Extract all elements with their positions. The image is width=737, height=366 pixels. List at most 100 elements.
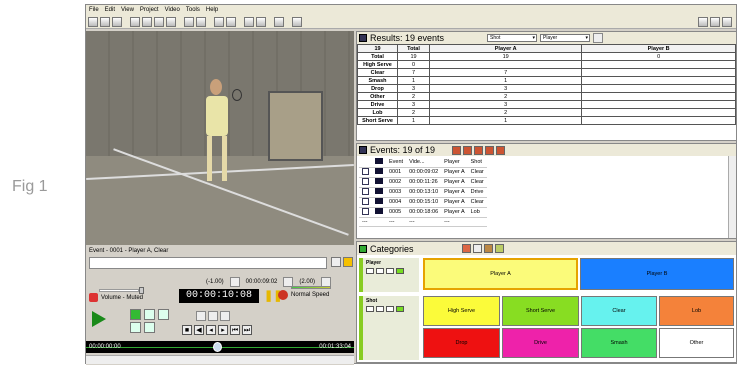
speaker-muted-icon[interactable] bbox=[89, 293, 98, 302]
table-row[interactable]: 0004 00:00:15:10 Player A Clear bbox=[359, 197, 487, 208]
grid-icon[interactable] bbox=[472, 244, 482, 253]
mode-icon[interactable] bbox=[386, 306, 394, 312]
row-checkbox[interactable] bbox=[362, 167, 369, 175]
layout-1-icon[interactable] bbox=[130, 16, 140, 27]
stop-icon[interactable]: ■ bbox=[182, 325, 192, 335]
table-row[interactable]: 0003 00:00:13:10 Player A Drive bbox=[359, 187, 487, 198]
color-icon[interactable] bbox=[396, 268, 404, 274]
mode-icon[interactable] bbox=[376, 306, 384, 312]
color-icon[interactable] bbox=[396, 306, 404, 312]
row-checkbox[interactable] bbox=[362, 187, 369, 195]
export-icon[interactable] bbox=[130, 322, 141, 333]
category-short-serve[interactable]: Short Serve bbox=[502, 296, 579, 326]
mode-icon[interactable] bbox=[376, 268, 384, 274]
cursor-icon[interactable] bbox=[256, 16, 266, 27]
grid-view-icon[interactable] bbox=[184, 16, 194, 27]
list-view-icon[interactable] bbox=[196, 16, 206, 27]
marker-icon[interactable] bbox=[274, 16, 284, 27]
export-events-icon[interactable] bbox=[485, 145, 495, 155]
category-player-a[interactable]: Player A bbox=[423, 258, 578, 290]
category-player-b[interactable]: Player B bbox=[580, 258, 734, 290]
column-header-player[interactable]: Player bbox=[441, 158, 468, 168]
menu-edit[interactable]: Edit bbox=[105, 7, 115, 13]
new-file-icon[interactable] bbox=[88, 16, 98, 27]
frame-back-icon[interactable]: ◂ bbox=[206, 325, 216, 335]
open-folder-icon[interactable] bbox=[100, 16, 110, 27]
horizontal-scrollbar[interactable] bbox=[86, 355, 354, 364]
menu-help[interactable]: Help bbox=[206, 7, 218, 13]
skip-end-icon[interactable]: ⏭ bbox=[242, 325, 252, 335]
add-event-icon[interactable] bbox=[130, 309, 141, 320]
video-frame[interactable] bbox=[86, 31, 354, 245]
frame-icon[interactable] bbox=[144, 322, 155, 333]
category-drop[interactable]: Drop bbox=[423, 328, 500, 358]
speed-control[interactable]: Normal Speed bbox=[278, 286, 331, 300]
window-2-icon[interactable] bbox=[226, 16, 236, 27]
rewind-icon[interactable]: ◀ bbox=[194, 325, 204, 335]
window-1-icon[interactable] bbox=[214, 16, 224, 27]
category-other[interactable]: Other bbox=[659, 328, 734, 358]
volume-control[interactable]: Volume - Muted bbox=[89, 287, 144, 302]
filter-cell[interactable]: --- bbox=[406, 217, 442, 227]
category-high-serve[interactable]: High Serve bbox=[423, 296, 500, 326]
category-lob[interactable]: Lob bbox=[659, 296, 734, 326]
frame-forward-icon[interactable]: ▸ bbox=[218, 325, 228, 335]
row-checkbox[interactable] bbox=[362, 177, 369, 185]
category-smash[interactable]: Smash bbox=[581, 328, 657, 358]
save-icon[interactable] bbox=[112, 16, 122, 27]
filter-cell[interactable]: --- bbox=[359, 217, 372, 227]
layout-4-icon[interactable] bbox=[166, 16, 176, 27]
question-icon[interactable] bbox=[710, 17, 720, 27]
edit-icon[interactable] bbox=[331, 257, 341, 267]
settings-icon[interactable] bbox=[722, 17, 732, 27]
pause-icon[interactable]: ❚❚ bbox=[264, 290, 282, 302]
chart-icon[interactable] bbox=[244, 16, 254, 27]
flag-icon[interactable] bbox=[452, 145, 462, 155]
vertical-scrollbar[interactable] bbox=[728, 156, 736, 238]
results-options-icon[interactable] bbox=[593, 33, 604, 43]
layout-2-icon[interactable] bbox=[142, 16, 152, 27]
column-header-event[interactable]: Event bbox=[386, 158, 407, 168]
menu-file[interactable]: File bbox=[89, 7, 99, 13]
edit-category-icon[interactable] bbox=[483, 244, 493, 253]
column-select[interactable]: Player bbox=[540, 34, 591, 42]
timeline-playhead[interactable] bbox=[213, 342, 223, 352]
menu-view[interactable]: View bbox=[121, 7, 134, 13]
row-select[interactable]: Shot bbox=[487, 34, 538, 42]
category-drive[interactable]: Drive bbox=[502, 328, 579, 358]
mark-in-icon[interactable] bbox=[196, 311, 206, 321]
row-checkbox[interactable] bbox=[362, 197, 369, 205]
column-header-video[interactable]: Vide... bbox=[406, 158, 442, 168]
event-notes-input[interactable] bbox=[89, 257, 327, 269]
sort-icon[interactable] bbox=[474, 145, 484, 155]
filter-cell[interactable]: --- bbox=[441, 217, 468, 227]
category-clear[interactable]: Clear bbox=[581, 296, 657, 326]
speed-icon[interactable] bbox=[278, 290, 288, 300]
columns-icon[interactable] bbox=[496, 145, 506, 155]
table-row[interactable]: 0002 00:00:11:26 Player A Clear bbox=[359, 177, 487, 188]
column-header-shot[interactable]: Shot bbox=[467, 158, 487, 168]
play-button[interactable] bbox=[92, 311, 106, 327]
mode-icon[interactable] bbox=[386, 268, 394, 274]
table-row[interactable]: 0001 00:00:09:02 Player A Clear bbox=[359, 167, 487, 178]
record-icon[interactable] bbox=[461, 244, 471, 253]
mark-out-icon[interactable] bbox=[208, 311, 218, 321]
lock-icon[interactable] bbox=[343, 257, 353, 267]
mode-icon[interactable] bbox=[366, 268, 374, 274]
save-category-icon[interactable] bbox=[494, 244, 504, 253]
menu-video[interactable]: Video bbox=[165, 7, 180, 13]
clip-icon[interactable] bbox=[220, 311, 230, 321]
speed-slider[interactable] bbox=[291, 286, 331, 289]
help-icon[interactable] bbox=[698, 17, 708, 27]
menu-tools[interactable]: Tools bbox=[186, 7, 200, 13]
filter-icon[interactable] bbox=[463, 145, 473, 155]
volume-slider[interactable] bbox=[99, 289, 139, 292]
timeline[interactable]: 00:00:00:00 00:01:33:04 bbox=[86, 341, 354, 353]
dropdown-icon[interactable] bbox=[158, 309, 169, 320]
volume-knob[interactable] bbox=[139, 287, 144, 294]
row-checkbox[interactable] bbox=[362, 207, 369, 215]
filter-cell[interactable]: --- bbox=[386, 217, 407, 227]
flag-dropdown-icon[interactable] bbox=[292, 16, 302, 27]
layout-3-icon[interactable] bbox=[154, 16, 164, 27]
mode-icon[interactable] bbox=[366, 306, 374, 312]
